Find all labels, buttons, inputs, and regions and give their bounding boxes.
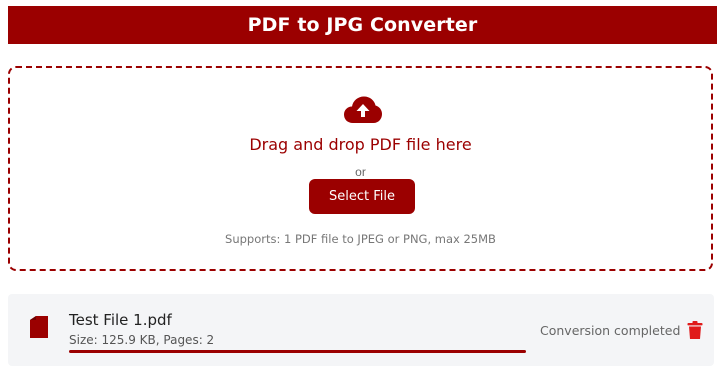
conversion-status: Conversion completed bbox=[540, 323, 681, 338]
cloud-upload-icon bbox=[344, 96, 382, 123]
app-header: PDF to JPG Converter bbox=[8, 6, 717, 44]
trash-icon[interactable] bbox=[687, 321, 703, 339]
dropzone-or-text: or bbox=[355, 165, 366, 179]
pdf-file-icon bbox=[30, 316, 48, 338]
conversion-progress-bar bbox=[69, 350, 526, 353]
select-file-button[interactable]: Select File bbox=[309, 179, 415, 214]
supported-formats-text: Supports: 1 PDF file to JPEG or PNG, max… bbox=[225, 232, 496, 246]
file-name: Test File 1.pdf bbox=[69, 311, 172, 329]
file-meta: Size: 125.9 KB, Pages: 2 bbox=[69, 333, 215, 347]
page-title: PDF to JPG Converter bbox=[247, 14, 478, 36]
progress-fill bbox=[69, 350, 526, 353]
dropzone-title: Drag and drop PDF file here bbox=[249, 135, 472, 154]
file-dropzone[interactable]: Drag and drop PDF file here or Select Fi… bbox=[8, 66, 713, 271]
file-list-item: Test File 1.pdf Size: 125.9 KB, Pages: 2… bbox=[8, 294, 714, 366]
